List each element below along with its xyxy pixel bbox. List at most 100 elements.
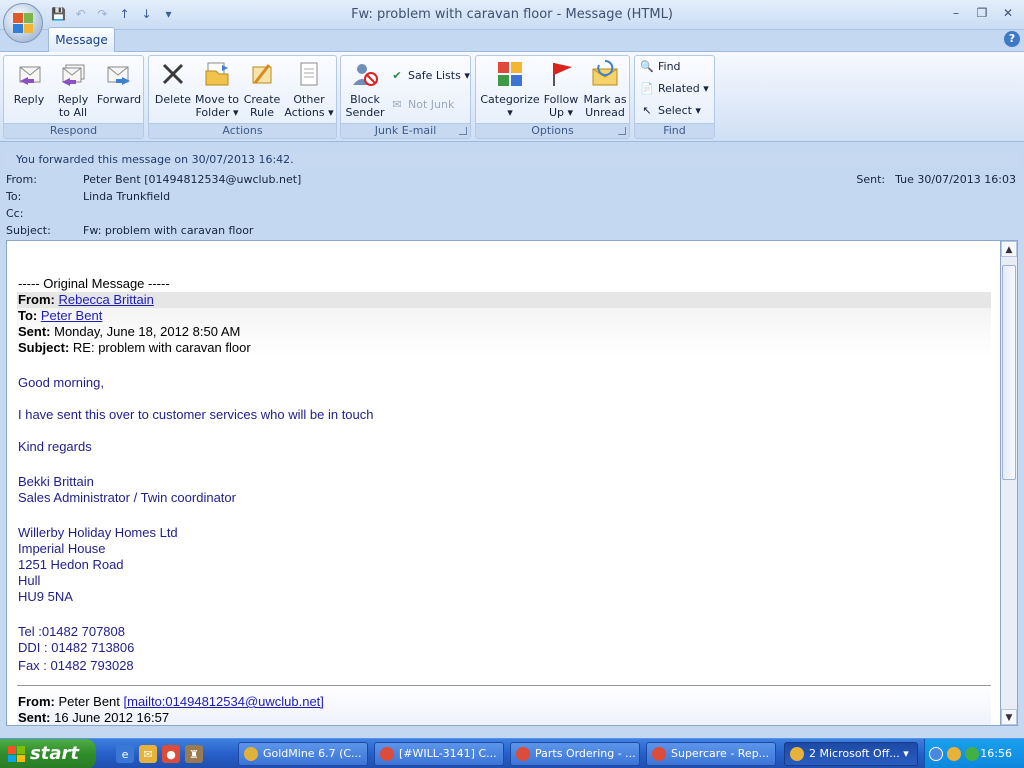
start-button[interactable]: start — [0, 739, 96, 768]
from-value[interactable]: Peter Bent [01494812534@uwclub.net] — [83, 172, 301, 188]
safe-lists-button[interactable]: ✔ Safe Lists ▾ — [389, 67, 469, 85]
reply-button[interactable]: Reply — [8, 58, 50, 106]
previous-from-label: From: — [18, 694, 55, 709]
chrome-icon[interactable]: ● — [162, 745, 180, 763]
goldmine-icon — [244, 747, 258, 761]
original-sent-value: Monday, June 18, 2012 8:50 AM — [54, 324, 241, 339]
address-line-1: Imperial House — [18, 541, 106, 556]
reply-all-icon — [57, 58, 89, 90]
categorize-button[interactable]: Categorize ▾ — [479, 58, 541, 119]
taskbar-item-parts-ordering[interactable]: Parts Ordering - ... — [510, 742, 640, 766]
greeting-text: Good morning, — [18, 375, 104, 390]
options-group-label: Options — [476, 123, 629, 138]
taskbar-item-microsoft-office[interactable]: 2 Microsoft Off... ▾ — [784, 742, 918, 766]
office-button[interactable] — [3, 3, 43, 43]
fax-text: Fax : 01482 793028 — [18, 658, 134, 673]
original-to-link[interactable]: Peter Bent — [41, 308, 102, 323]
junk-dialog-launcher-icon[interactable] — [459, 127, 467, 135]
clock[interactable]: 16:56 — [980, 739, 1012, 768]
help-icon[interactable]: ? — [1004, 31, 1020, 47]
internet-explorer-icon[interactable]: e — [116, 745, 134, 763]
taskbar-item-will-3141[interactable]: [#WILL-3141] C... — [374, 742, 504, 766]
regards-text: Kind regards — [18, 439, 92, 454]
select-arrow-icon: ↖ — [642, 104, 652, 117]
follow-up-button[interactable]: Follow Up ▾ — [541, 58, 581, 119]
sent-value: Tue 30/07/2013 16:03 — [895, 173, 1016, 186]
scrollbar-thumb[interactable] — [1002, 265, 1016, 480]
start-label: start — [30, 743, 79, 764]
mark-as-unread-button[interactable]: Mark as Unread — [582, 58, 628, 119]
original-from-label: From: — [18, 292, 55, 307]
original-to-row: To: Peter Bent — [18, 308, 102, 324]
vertical-scrollbar[interactable]: ▲ ▼ — [1001, 240, 1018, 726]
find-button[interactable]: 🔍 Find — [639, 58, 680, 76]
window-controls: – ❐ ✕ — [946, 4, 1018, 22]
related-button[interactable]: 📄 Related ▾ — [639, 80, 709, 98]
mark-as-unread-icon — [589, 58, 621, 90]
previous-from-name: Peter Bent — [58, 694, 124, 709]
chrome-icon — [652, 747, 666, 761]
create-rule-icon — [246, 58, 278, 90]
reply-all-button[interactable]: Reply to All — [51, 58, 95, 119]
follow-up-label: Follow Up ▾ — [543, 93, 579, 119]
select-button[interactable]: ↖ Select ▾ — [639, 102, 701, 120]
scroll-up-arrow-icon[interactable]: ▲ — [1001, 241, 1017, 257]
binoculars-icon: 🔍 — [640, 60, 654, 73]
title-bar: 💾 ↶ ↷ ↑ ↓ ▾ Fw: problem with caravan flo… — [0, 0, 1024, 30]
options-group: Categorize ▾ Follow Up ▾ Mark as Unread Opt… — [475, 55, 630, 139]
delete-label: Delete — [154, 93, 192, 106]
delete-icon — [157, 58, 189, 90]
original-sent-label: Sent: — [18, 324, 51, 339]
outlook-icon[interactable]: ✉ — [139, 745, 157, 763]
original-header-highlight — [17, 292, 991, 308]
taskbar-item-goldmine[interactable]: GoldMine 6.7 (C... — [238, 742, 368, 766]
restore-button[interactable]: ❐ — [972, 4, 992, 22]
close-button[interactable]: ✕ — [998, 4, 1018, 22]
window-title: Fw: problem with caravan floor - Message… — [351, 7, 673, 22]
original-from-link[interactable]: Rebecca Brittain — [58, 292, 153, 307]
tab-message[interactable]: Message — [48, 27, 115, 52]
create-rule-button[interactable]: Create Rule — [241, 58, 283, 119]
quick-launch: e ✉ ● ♜ — [116, 745, 203, 763]
tray-status-icon[interactable] — [965, 747, 979, 761]
create-rule-label: Create Rule — [243, 93, 281, 119]
original-from-row: From: Rebecca Brittain — [18, 292, 154, 308]
original-subject-label: Subject: — [18, 340, 70, 355]
tray-outlook-icon[interactable] — [947, 747, 961, 761]
block-sender-button[interactable]: Block Sender — [343, 58, 387, 119]
minimize-button[interactable]: – — [946, 4, 966, 22]
info-bar[interactable]: You forwarded this message on 30/07/2013… — [6, 151, 1018, 168]
previous-from-mailto-link[interactable]: [mailto:01494812534@uwclub.net] — [124, 694, 324, 709]
app-launcher-icon[interactable]: ♜ — [185, 745, 203, 763]
chrome-icon — [516, 747, 530, 761]
tray-expand-icon[interactable] — [929, 747, 943, 761]
original-sent-row: Sent: Monday, June 18, 2012 8:50 AM — [18, 324, 240, 340]
original-message-marker: ----- Original Message ----- — [18, 276, 170, 291]
find-group-label: Find — [635, 123, 714, 138]
body-paragraph: I have sent this over to customer servic… — [18, 407, 374, 422]
delete-button[interactable]: Delete — [153, 58, 193, 106]
forward-button[interactable]: Forward — [95, 58, 143, 106]
categorize-icon — [494, 58, 526, 90]
outlook-icon — [790, 747, 804, 761]
categorize-label: Categorize ▾ — [480, 93, 540, 119]
ddi-text: DDI : 01482 713806 — [18, 640, 135, 655]
from-label: From: — [6, 173, 37, 186]
telephone-text: Tel :01482 707808 — [18, 624, 125, 639]
windows-logo-icon — [8, 746, 25, 762]
message-body[interactable]: ----- Original Message ----- From: Rebec… — [6, 240, 1001, 726]
actions-group-label: Actions — [149, 123, 336, 138]
options-dialog-launcher-icon[interactable] — [618, 127, 626, 135]
not-junk-button[interactable]: ✉ Not Junk — [389, 96, 454, 114]
other-actions-button[interactable]: Other Actions ▾ — [284, 58, 334, 119]
sent-field: Sent: Tue 30/07/2013 16:03 — [856, 173, 1016, 186]
to-value[interactable]: Linda Trunkfield — [83, 189, 170, 205]
cc-label: Cc: — [6, 207, 24, 220]
taskbar-item-supercare[interactable]: Supercare - Rep... — [646, 742, 776, 766]
follow-up-flag-icon — [545, 58, 577, 90]
previous-sent-value: 16 June 2012 16:57 — [54, 710, 170, 725]
move-to-folder-button[interactable]: Move to Folder ▾ — [194, 58, 240, 119]
other-actions-label: Other Actions ▾ — [284, 93, 334, 119]
other-actions-icon — [293, 58, 325, 90]
scroll-down-arrow-icon[interactable]: ▼ — [1001, 709, 1017, 725]
